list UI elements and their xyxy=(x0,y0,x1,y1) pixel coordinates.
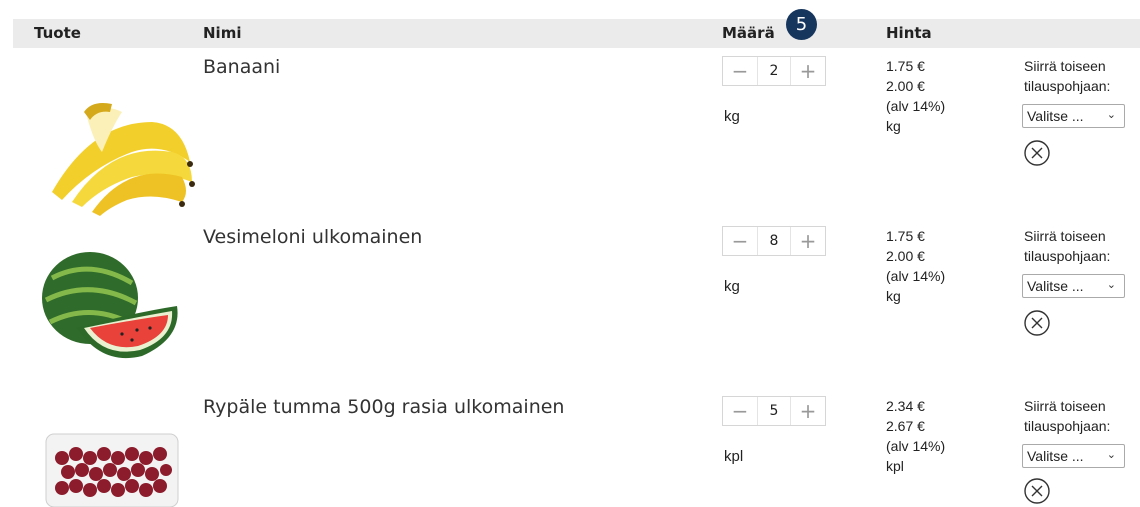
quantity-stepper: − 5 + xyxy=(722,396,826,426)
column-header-quantity: Määrä xyxy=(722,24,775,42)
move-label-line2: tilauspohjaan: xyxy=(1024,78,1111,94)
price-unit: kg xyxy=(886,288,901,304)
price-gross: 2.67 € xyxy=(886,418,925,434)
increase-button[interactable]: + xyxy=(791,227,825,255)
move-label-line1: Siirrä toiseen xyxy=(1024,228,1106,244)
move-label: Siirrä toiseen tilauspohjaan: xyxy=(1024,56,1140,96)
decrease-button[interactable]: − xyxy=(723,57,757,85)
move-template-select[interactable]: Valitse ... ⌄ xyxy=(1022,274,1125,298)
vat-label: (alv 14%) xyxy=(886,98,946,114)
select-value: Valitse ... xyxy=(1027,278,1084,294)
table-row: Banaani − 2 + kg 1.75 € 2.00 € (alv 14%)… xyxy=(0,48,1140,218)
move-label-line2: tilauspohjaan: xyxy=(1024,418,1111,434)
price-gross: 2.00 € xyxy=(886,248,925,264)
price-net: 1.75 € xyxy=(886,228,925,244)
price-unit: kpl xyxy=(886,458,904,474)
chevron-down-icon: ⌄ xyxy=(1106,109,1116,121)
move-label-line1: Siirrä toiseen xyxy=(1024,398,1106,414)
table-header: Tuote Nimi Määrä Hinta xyxy=(13,19,1140,48)
item-count-badge: 5 xyxy=(786,9,817,40)
price-block: 1.75 € 2.00 € (alv 14%) kg xyxy=(886,226,945,306)
increase-button[interactable]: + xyxy=(791,57,825,85)
table-row: Vesimeloni ulkomainen − 8 + kg 1.75 € 2.… xyxy=(0,218,1140,388)
quantity-input[interactable]: 5 xyxy=(757,397,791,425)
banana-image xyxy=(52,103,195,216)
vat-label: (alv 14%) xyxy=(886,268,946,284)
chevron-down-icon: ⌄ xyxy=(1106,279,1116,291)
remove-icon[interactable] xyxy=(1023,139,1051,167)
quantity-stepper: − 8 + xyxy=(722,226,826,256)
product-name[interactable]: Rypäle tumma 500g rasia ulkomainen xyxy=(203,396,564,418)
move-template-select[interactable]: Valitse ... ⌄ xyxy=(1022,104,1125,128)
watermelon-image xyxy=(42,252,178,359)
remove-icon[interactable] xyxy=(1023,309,1051,337)
move-template-select[interactable]: Valitse ... ⌄ xyxy=(1022,444,1125,468)
column-header-product: Tuote xyxy=(34,24,81,42)
select-value: Valitse ... xyxy=(1027,108,1084,124)
move-label-line2: tilauspohjaan: xyxy=(1024,248,1111,264)
column-header-price: Hinta xyxy=(886,24,932,42)
decrease-button[interactable]: − xyxy=(723,397,757,425)
price-net: 2.34 € xyxy=(886,398,925,414)
move-label-line1: Siirrä toiseen xyxy=(1024,58,1106,74)
price-block: 2.34 € 2.67 € (alv 14%) kpl xyxy=(886,396,945,476)
chevron-down-icon: ⌄ xyxy=(1106,449,1116,461)
price-unit: kg xyxy=(886,118,901,134)
remove-icon[interactable] xyxy=(1023,477,1051,505)
quantity-input[interactable]: 8 xyxy=(757,227,791,255)
vat-label: (alv 14%) xyxy=(886,438,946,454)
grapes-image xyxy=(45,433,179,507)
increase-button[interactable]: + xyxy=(791,397,825,425)
quantity-unit: kg xyxy=(724,108,740,125)
quantity-unit: kpl xyxy=(724,448,744,465)
price-block: 1.75 € 2.00 € (alv 14%) kg xyxy=(886,56,945,136)
product-name[interactable]: Banaani xyxy=(203,56,280,78)
select-value: Valitse ... xyxy=(1027,448,1084,464)
move-label: Siirrä toiseen tilauspohjaan: xyxy=(1024,226,1140,266)
table-row: Rypäle tumma 500g rasia ulkomainen − 5 +… xyxy=(0,388,1140,507)
decrease-button[interactable]: − xyxy=(723,227,757,255)
quantity-unit: kg xyxy=(724,278,740,295)
column-header-name: Nimi xyxy=(203,24,242,42)
move-label: Siirrä toiseen tilauspohjaan: xyxy=(1024,396,1140,436)
product-name[interactable]: Vesimeloni ulkomainen xyxy=(203,226,422,248)
quantity-input[interactable]: 2 xyxy=(757,57,791,85)
price-net: 1.75 € xyxy=(886,58,925,74)
quantity-stepper: − 2 + xyxy=(722,56,826,86)
price-gross: 2.00 € xyxy=(886,78,925,94)
